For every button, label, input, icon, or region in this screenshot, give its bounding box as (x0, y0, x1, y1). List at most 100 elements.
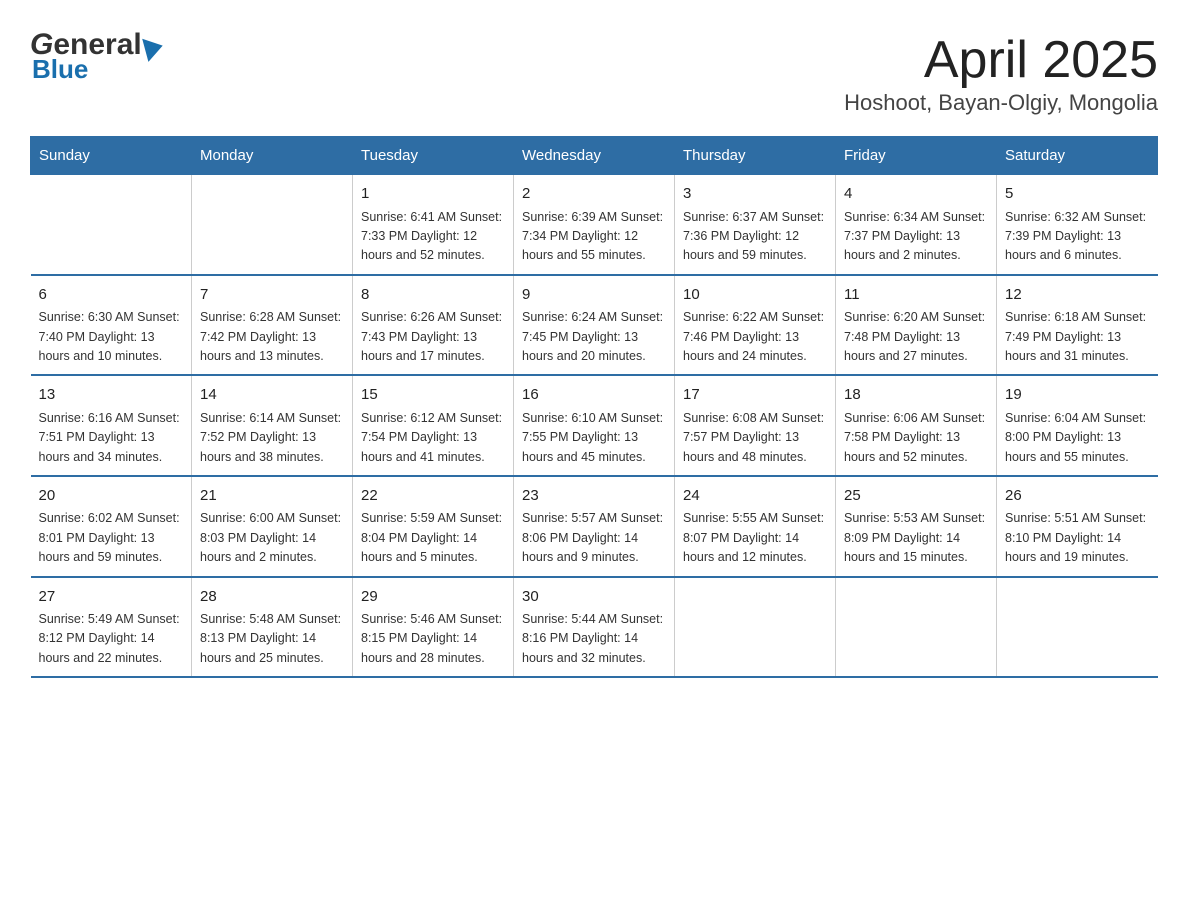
calendar-cell: 28Sunrise: 5:48 AM Sunset: 8:13 PM Dayli… (192, 577, 353, 678)
calendar-cell: 18Sunrise: 6:06 AM Sunset: 7:58 PM Dayli… (836, 375, 997, 476)
calendar-cell: 25Sunrise: 5:53 AM Sunset: 8:09 PM Dayli… (836, 476, 997, 577)
day-number: 21 (200, 485, 344, 508)
day-info: Sunrise: 6:20 AM Sunset: 7:48 PM Dayligh… (844, 308, 988, 366)
calendar-cell: 23Sunrise: 5:57 AM Sunset: 8:06 PM Dayli… (514, 476, 675, 577)
day-number: 20 (39, 485, 184, 508)
calendar-cell: 26Sunrise: 5:51 AM Sunset: 8:10 PM Dayli… (997, 476, 1158, 577)
calendar-cell: 6Sunrise: 6:30 AM Sunset: 7:40 PM Daylig… (31, 275, 192, 376)
calendar-cell: 12Sunrise: 6:18 AM Sunset: 7:49 PM Dayli… (997, 275, 1158, 376)
calendar-cell: 17Sunrise: 6:08 AM Sunset: 7:57 PM Dayli… (675, 375, 836, 476)
calendar-cell: 29Sunrise: 5:46 AM Sunset: 8:15 PM Dayli… (353, 577, 514, 678)
calendar-cell (31, 175, 192, 275)
week-row-4: 20Sunrise: 6:02 AM Sunset: 8:01 PM Dayli… (31, 476, 1158, 577)
day-number: 27 (39, 586, 184, 609)
logo-blue: Blue (30, 56, 163, 82)
day-number: 12 (1005, 284, 1150, 307)
day-number: 18 (844, 384, 988, 407)
day-info: Sunrise: 6:16 AM Sunset: 7:51 PM Dayligh… (39, 409, 184, 467)
logo: G eneral Blue (30, 30, 163, 82)
calendar-cell: 30Sunrise: 5:44 AM Sunset: 8:16 PM Dayli… (514, 577, 675, 678)
day-number: 1 (361, 183, 505, 206)
day-info: Sunrise: 6:00 AM Sunset: 8:03 PM Dayligh… (200, 509, 344, 567)
calendar-cell: 3Sunrise: 6:37 AM Sunset: 7:36 PM Daylig… (675, 175, 836, 275)
header-thursday: Thursday (675, 137, 836, 175)
calendar-cell: 2Sunrise: 6:39 AM Sunset: 7:34 PM Daylig… (514, 175, 675, 275)
day-info: Sunrise: 5:53 AM Sunset: 8:09 PM Dayligh… (844, 509, 988, 567)
day-info: Sunrise: 6:32 AM Sunset: 7:39 PM Dayligh… (1005, 208, 1150, 266)
day-info: Sunrise: 5:59 AM Sunset: 8:04 PM Dayligh… (361, 509, 505, 567)
calendar-cell: 27Sunrise: 5:49 AM Sunset: 8:12 PM Dayli… (31, 577, 192, 678)
day-info: Sunrise: 6:18 AM Sunset: 7:49 PM Dayligh… (1005, 308, 1150, 366)
calendar-cell: 15Sunrise: 6:12 AM Sunset: 7:54 PM Dayli… (353, 375, 514, 476)
week-row-3: 13Sunrise: 6:16 AM Sunset: 7:51 PM Dayli… (31, 375, 1158, 476)
day-number: 8 (361, 284, 505, 307)
day-number: 10 (683, 284, 827, 307)
day-number: 23 (522, 485, 666, 508)
day-number: 24 (683, 485, 827, 508)
day-info: Sunrise: 6:37 AM Sunset: 7:36 PM Dayligh… (683, 208, 827, 266)
day-number: 5 (1005, 183, 1150, 206)
calendar-cell: 7Sunrise: 6:28 AM Sunset: 7:42 PM Daylig… (192, 275, 353, 376)
title-block: April 2025 Hoshoot, Bayan-Olgiy, Mongoli… (844, 30, 1158, 116)
day-info: Sunrise: 6:14 AM Sunset: 7:52 PM Dayligh… (200, 409, 344, 467)
day-info: Sunrise: 6:10 AM Sunset: 7:55 PM Dayligh… (522, 409, 666, 467)
day-number: 3 (683, 183, 827, 206)
week-row-2: 6Sunrise: 6:30 AM Sunset: 7:40 PM Daylig… (31, 275, 1158, 376)
calendar-table: SundayMondayTuesdayWednesdayThursdayFrid… (30, 136, 1158, 678)
day-number: 17 (683, 384, 827, 407)
header-monday: Monday (192, 137, 353, 175)
day-info: Sunrise: 5:48 AM Sunset: 8:13 PM Dayligh… (200, 610, 344, 668)
calendar-cell: 22Sunrise: 5:59 AM Sunset: 8:04 PM Dayli… (353, 476, 514, 577)
calendar-cell: 9Sunrise: 6:24 AM Sunset: 7:45 PM Daylig… (514, 275, 675, 376)
day-number: 6 (39, 284, 184, 307)
calendar-cell (192, 175, 353, 275)
calendar-cell: 11Sunrise: 6:20 AM Sunset: 7:48 PM Dayli… (836, 275, 997, 376)
day-info: Sunrise: 6:39 AM Sunset: 7:34 PM Dayligh… (522, 208, 666, 266)
header-friday: Friday (836, 137, 997, 175)
day-number: 22 (361, 485, 505, 508)
calendar-cell: 19Sunrise: 6:04 AM Sunset: 8:00 PM Dayli… (997, 375, 1158, 476)
header-tuesday: Tuesday (353, 137, 514, 175)
day-info: Sunrise: 6:04 AM Sunset: 8:00 PM Dayligh… (1005, 409, 1150, 467)
day-number: 16 (522, 384, 666, 407)
day-number: 9 (522, 284, 666, 307)
day-info: Sunrise: 6:30 AM Sunset: 7:40 PM Dayligh… (39, 308, 184, 366)
calendar-cell: 8Sunrise: 6:26 AM Sunset: 7:43 PM Daylig… (353, 275, 514, 376)
day-info: Sunrise: 6:28 AM Sunset: 7:42 PM Dayligh… (200, 308, 344, 366)
day-info: Sunrise: 6:26 AM Sunset: 7:43 PM Dayligh… (361, 308, 505, 366)
calendar-header-row: SundayMondayTuesdayWednesdayThursdayFrid… (31, 137, 1158, 175)
calendar-cell: 16Sunrise: 6:10 AM Sunset: 7:55 PM Dayli… (514, 375, 675, 476)
calendar-cell (997, 577, 1158, 678)
day-number: 26 (1005, 485, 1150, 508)
day-number: 28 (200, 586, 344, 609)
calendar-cell: 13Sunrise: 6:16 AM Sunset: 7:51 PM Dayli… (31, 375, 192, 476)
day-info: Sunrise: 6:02 AM Sunset: 8:01 PM Dayligh… (39, 509, 184, 567)
day-number: 2 (522, 183, 666, 206)
calendar-cell: 24Sunrise: 5:55 AM Sunset: 8:07 PM Dayli… (675, 476, 836, 577)
week-row-1: 1Sunrise: 6:41 AM Sunset: 7:33 PM Daylig… (31, 175, 1158, 275)
calendar-cell (836, 577, 997, 678)
page-header: G eneral Blue April 2025 Hoshoot, Bayan-… (30, 30, 1158, 116)
day-info: Sunrise: 6:08 AM Sunset: 7:57 PM Dayligh… (683, 409, 827, 467)
day-info: Sunrise: 6:06 AM Sunset: 7:58 PM Dayligh… (844, 409, 988, 467)
calendar-cell: 10Sunrise: 6:22 AM Sunset: 7:46 PM Dayli… (675, 275, 836, 376)
day-number: 29 (361, 586, 505, 609)
calendar-cell: 1Sunrise: 6:41 AM Sunset: 7:33 PM Daylig… (353, 175, 514, 275)
day-info: Sunrise: 5:55 AM Sunset: 8:07 PM Dayligh… (683, 509, 827, 567)
day-number: 25 (844, 485, 988, 508)
day-info: Sunrise: 5:57 AM Sunset: 8:06 PM Dayligh… (522, 509, 666, 567)
header-saturday: Saturday (997, 137, 1158, 175)
day-info: Sunrise: 6:24 AM Sunset: 7:45 PM Dayligh… (522, 308, 666, 366)
calendar-cell: 5Sunrise: 6:32 AM Sunset: 7:39 PM Daylig… (997, 175, 1158, 275)
day-info: Sunrise: 5:46 AM Sunset: 8:15 PM Dayligh… (361, 610, 505, 668)
day-info: Sunrise: 5:49 AM Sunset: 8:12 PM Dayligh… (39, 610, 184, 668)
day-number: 14 (200, 384, 344, 407)
calendar-title: April 2025 (844, 30, 1158, 90)
calendar-cell: 4Sunrise: 6:34 AM Sunset: 7:37 PM Daylig… (836, 175, 997, 275)
day-info: Sunrise: 6:41 AM Sunset: 7:33 PM Dayligh… (361, 208, 505, 266)
calendar-cell (675, 577, 836, 678)
calendar-cell: 14Sunrise: 6:14 AM Sunset: 7:52 PM Dayli… (192, 375, 353, 476)
week-row-5: 27Sunrise: 5:49 AM Sunset: 8:12 PM Dayli… (31, 577, 1158, 678)
day-number: 4 (844, 183, 988, 206)
calendar-cell: 21Sunrise: 6:00 AM Sunset: 8:03 PM Dayli… (192, 476, 353, 577)
